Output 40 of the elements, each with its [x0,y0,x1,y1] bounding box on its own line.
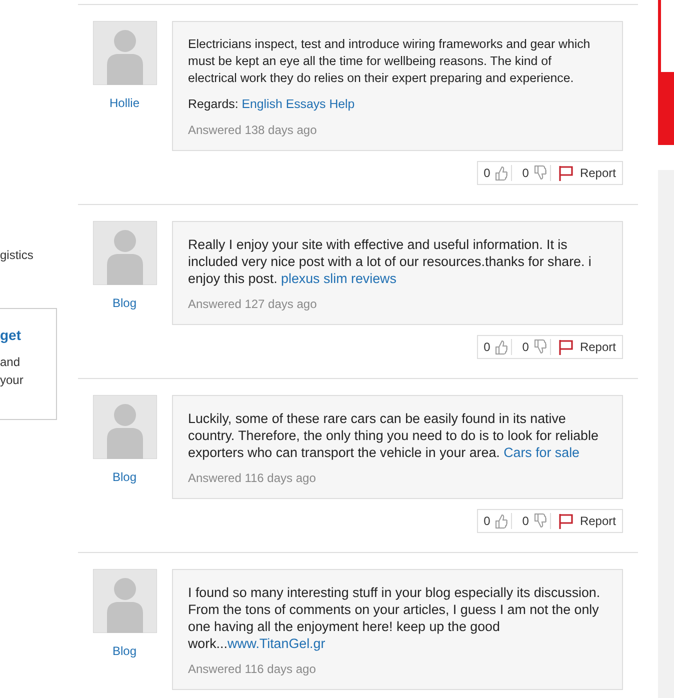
downvote-count: 0 [521,166,530,180]
answer-link[interactable]: www.TitanGel.gr [227,636,326,651]
avatar-icon [92,569,156,633]
card-text: your [0,372,24,389]
answer-link[interactable]: Cars for sale [504,445,580,460]
thumbs-up-icon[interactable] [494,165,512,181]
answer-text: I found so many interesting stuff in your blog especially its discussion. From the tons of comments on your articles, I guess I am not the only one having all the enjoyment here! keep up the good work...www.TitanGel.gr [188,584,602,652]
answered-time: Answered 116 days ago [188,471,317,485]
avatar-icon [92,221,156,285]
flag-icon [558,165,574,181]
answered-time: Answered 127 days ago [188,297,318,311]
card-title[interactable]: get [0,327,21,343]
thumbs-up-icon[interactable] [494,339,512,355]
answer-text: Really I enjoy your site with effective and useful information. It is included very nice post with a lot of our resources.thanks for share. i enjoy this post. plexus slim reviews [188,236,592,287]
avatar-icon [92,21,156,85]
card-text: and [0,354,20,371]
answer-text: Luckily, some of these rare cars can be easily found in its native country. Therefore, the only thing you need to do is to look for reliable exporters who can transport the vehicle in your area. Cars for sale [188,410,600,461]
author-link[interactable]: Blog [112,644,137,658]
thumbs-down-icon[interactable] [532,165,551,181]
thumbs-down-icon[interactable] [532,339,551,355]
thumbs-up-icon[interactable] [494,513,512,529]
author-link[interactable]: Hollie [109,96,140,110]
flag-icon [558,339,574,355]
answer-link[interactable]: plexus slim reviews [281,271,396,286]
author-link[interactable]: Blog [112,296,137,310]
answer-text: Regards: English Essays Help [188,96,356,113]
answered-time: Answered 138 days ago [188,123,318,137]
answer-text: Electricians inspect, test and introduce wiring frameworks and gear which must be kept an eye all the time for wellbeing reasons. The kind of electrical work they do relies on their expert preparing and experience. [188,36,592,87]
downvote-count: 0 [521,340,530,354]
flag-icon [558,513,574,529]
answer-link[interactable]: English Essays Help [242,97,355,111]
upvote-count: 0 [482,340,492,354]
upvote-count: 0 [482,166,492,180]
answered-time: Answered 116 days ago [188,662,317,676]
downvote-count: 0 [521,514,530,528]
avatar-icon [92,395,156,459]
author-link[interactable]: Blog [112,470,137,484]
thumbs-down-icon[interactable] [532,513,551,529]
sidebar-text: gistics [0,248,34,262]
upvote-count: 0 [482,514,492,528]
